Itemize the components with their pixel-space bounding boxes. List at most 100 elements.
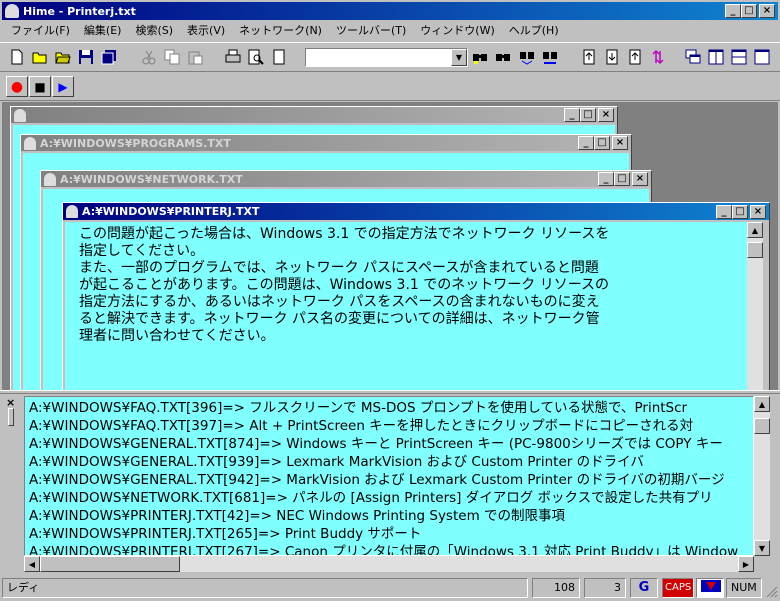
app-maximize-button[interactable]: □ [741,4,757,18]
app-title: Hime - Printerj.txt [23,4,136,18]
doc-line: 理者に問い合わせてください。 [79,328,275,344]
tile-vertical-icon[interactable] [705,46,727,67]
grep-result-line[interactable]: A:¥WINDOWS¥PRINTERJ.TXT[267]=> Canon プリン… [29,543,753,555]
grep-scroll-right-button[interactable]: ▶ [738,556,754,572]
doc-icon [14,108,26,122]
grep-result-line[interactable]: A:¥WINDOWS¥GENERAL.TXT[942]=> MarkVision… [29,471,753,489]
min-button[interactable]: _ [598,172,614,186]
status-line-number: 108 [532,578,580,598]
max-button[interactable]: □ [594,136,610,150]
grep-vertical-scrollbar[interactable]: ▲ ▼ [754,396,770,556]
new-file-icon[interactable] [6,46,28,67]
menu-file[interactable]: ファイル(F) [4,22,77,40]
grep-result-line[interactable]: A:¥WINDOWS¥GENERAL.TXT[939]=> Lexmark Ma… [29,453,753,471]
grep-result-line[interactable]: A:¥WINDOWS¥GENERAL.TXT[874]=> Windows キー… [29,435,753,453]
paste-icon[interactable] [184,46,206,67]
macro-toolbar: ● ■ ▶ [0,73,780,101]
doc-up-icon[interactable] [624,46,646,67]
doc-line: 指定してください。 [79,243,205,259]
close-button[interactable]: × [750,205,766,219]
search-combo[interactable]: ▼ [305,48,468,67]
play-button[interactable]: ▶ [52,76,74,97]
status-num: NUM [726,578,762,598]
main-toolbar: ▼ [0,42,780,72]
document-text-area[interactable]: この問題が起こった場合は、Windows 3.1 での指定方法でネットワーク リ… [65,222,747,390]
status-column-number: 3 [584,578,626,598]
insert-mode-icon [696,578,724,598]
doc-line: また、一部のプログラムでは、ネットワーク パスにスペースが含まれていると問題 [79,260,599,276]
page-setup-icon[interactable] [268,46,290,67]
doc-down-icon[interactable] [601,46,623,67]
scroll-up-button[interactable]: ▲ [747,222,763,238]
find-next-icon[interactable] [493,46,515,67]
grep-result-line[interactable]: A:¥WINDOWS¥FAQ.TXT[397]=> Alt + PrintScr… [29,417,753,435]
mdi-window-programs-title[interactable]: A:¥WINDOWS¥PROGRAMS.TXT _ □ × [21,135,631,151]
menu-edit[interactable]: 編集(E) [77,22,129,40]
window-arrange-icon[interactable] [751,46,773,67]
menu-help[interactable]: ヘルプ(H) [502,22,566,40]
copy-icon[interactable] [161,46,183,67]
doc-line: ると解決できます。ネットワーク パス名の変更についての詳細は、ネットワーク管 [79,311,600,327]
record-button[interactable]: ● [6,76,28,97]
doc-top-icon[interactable] [578,46,600,67]
grep-scroll-left-button[interactable]: ◀ [24,556,40,572]
grep-grip[interactable] [8,408,14,426]
find-icon[interactable] [470,46,492,67]
grep-result-line[interactable]: A:¥WINDOWS¥PRINTERJ.TXT[265]=> Print Bud… [29,525,753,543]
grep-scroll-down-button[interactable]: ▼ [754,540,770,556]
updown-icon[interactable] [647,46,669,67]
close-button[interactable]: × [632,172,648,186]
resize-grip-icon[interactable] [764,584,778,598]
max-button[interactable]: □ [580,108,596,122]
scroll-thumb[interactable] [747,242,763,258]
mdi-window-network-title[interactable]: A:¥WINDOWS¥NETWORK.TXT _ □ × [41,171,651,187]
print-preview-icon[interactable] [245,46,267,67]
min-button[interactable]: _ [716,205,732,219]
grep-pane: × A:¥WINDOWS¥FAQ.TXT[396]=> フルスクリーンで MS-… [0,394,780,576]
max-button[interactable]: □ [732,205,748,219]
new-folder-icon[interactable] [29,46,51,67]
min-button[interactable]: _ [564,108,580,122]
doc-icon [66,205,78,218]
max-button[interactable]: □ [614,172,630,186]
menu-view[interactable]: 表示(V) [180,22,232,40]
app-close-button[interactable]: × [759,4,775,18]
tile-horizontal-icon[interactable] [728,46,750,67]
save-all-icon[interactable] [98,46,120,67]
menu-toolbar[interactable]: ツールバー(T) [329,22,413,40]
replace-icon[interactable] [539,46,561,67]
status-caps: CAPS [662,578,694,598]
grep-scroll-up-button[interactable]: ▲ [754,396,770,412]
grep-result-line[interactable]: A:¥WINDOWS¥FAQ.TXT[396]=> フルスクリーンで MS-DO… [29,399,753,417]
find-prev-icon[interactable] [516,46,538,67]
menu-search[interactable]: 検索(S) [128,22,180,40]
close-button[interactable]: × [612,136,628,150]
grep-hscroll-thumb[interactable] [40,556,180,572]
cascade-icon[interactable] [682,46,704,67]
doc-icon [44,172,56,186]
app-title-bar[interactable]: Hime - Printerj.txt _ □ × [2,2,778,20]
save-icon[interactable] [75,46,97,67]
grep-result-line[interactable]: A:¥WINDOWS¥NETWORK.TXT[681]=> パネルの [Assi… [29,489,753,507]
open-file-icon[interactable] [52,46,74,67]
combo-dropdown-button[interactable]: ▼ [451,49,467,66]
mdi-window-printerj[interactable]: A:¥WINDOWS¥PRINTERJ.TXT _ □ × この問題が起こった場… [62,202,770,390]
mdi-client: _ □ × A:¥WINDOWS¥PROGRAMS.TXT _ □ × A:¥W… [2,102,778,390]
mdi-window-printerj-title[interactable]: A:¥WINDOWS¥PRINTERJ.TXT _ □ × [63,203,769,220]
grep-horizontal-scrollbar[interactable]: ◀ ▶ [24,556,754,572]
cut-icon[interactable] [138,46,160,67]
app-minimize-button[interactable]: _ [725,4,741,18]
menu-window[interactable]: ウィンドウ(W) [413,22,501,40]
grep-result-line[interactable]: A:¥WINDOWS¥PRINTERJ.TXT[42]=> NEC Window… [29,507,753,525]
grep-list[interactable]: A:¥WINDOWS¥FAQ.TXT[396]=> フルスクリーンで MS-DO… [24,396,754,556]
print-icon[interactable] [222,46,244,67]
doc-vertical-scrollbar[interactable]: ▲ [747,222,763,390]
doc-icon [24,136,36,150]
stop-button[interactable]: ■ [29,76,51,97]
min-button[interactable]: _ [578,136,594,150]
g-status-icon: G [630,578,658,598]
close-button[interactable]: × [598,108,614,122]
grep-scroll-thumb[interactable] [754,418,770,434]
mdi-window-back-title[interactable]: _ □ × [11,107,617,123]
menu-network[interactable]: ネットワーク(N) [232,22,329,40]
